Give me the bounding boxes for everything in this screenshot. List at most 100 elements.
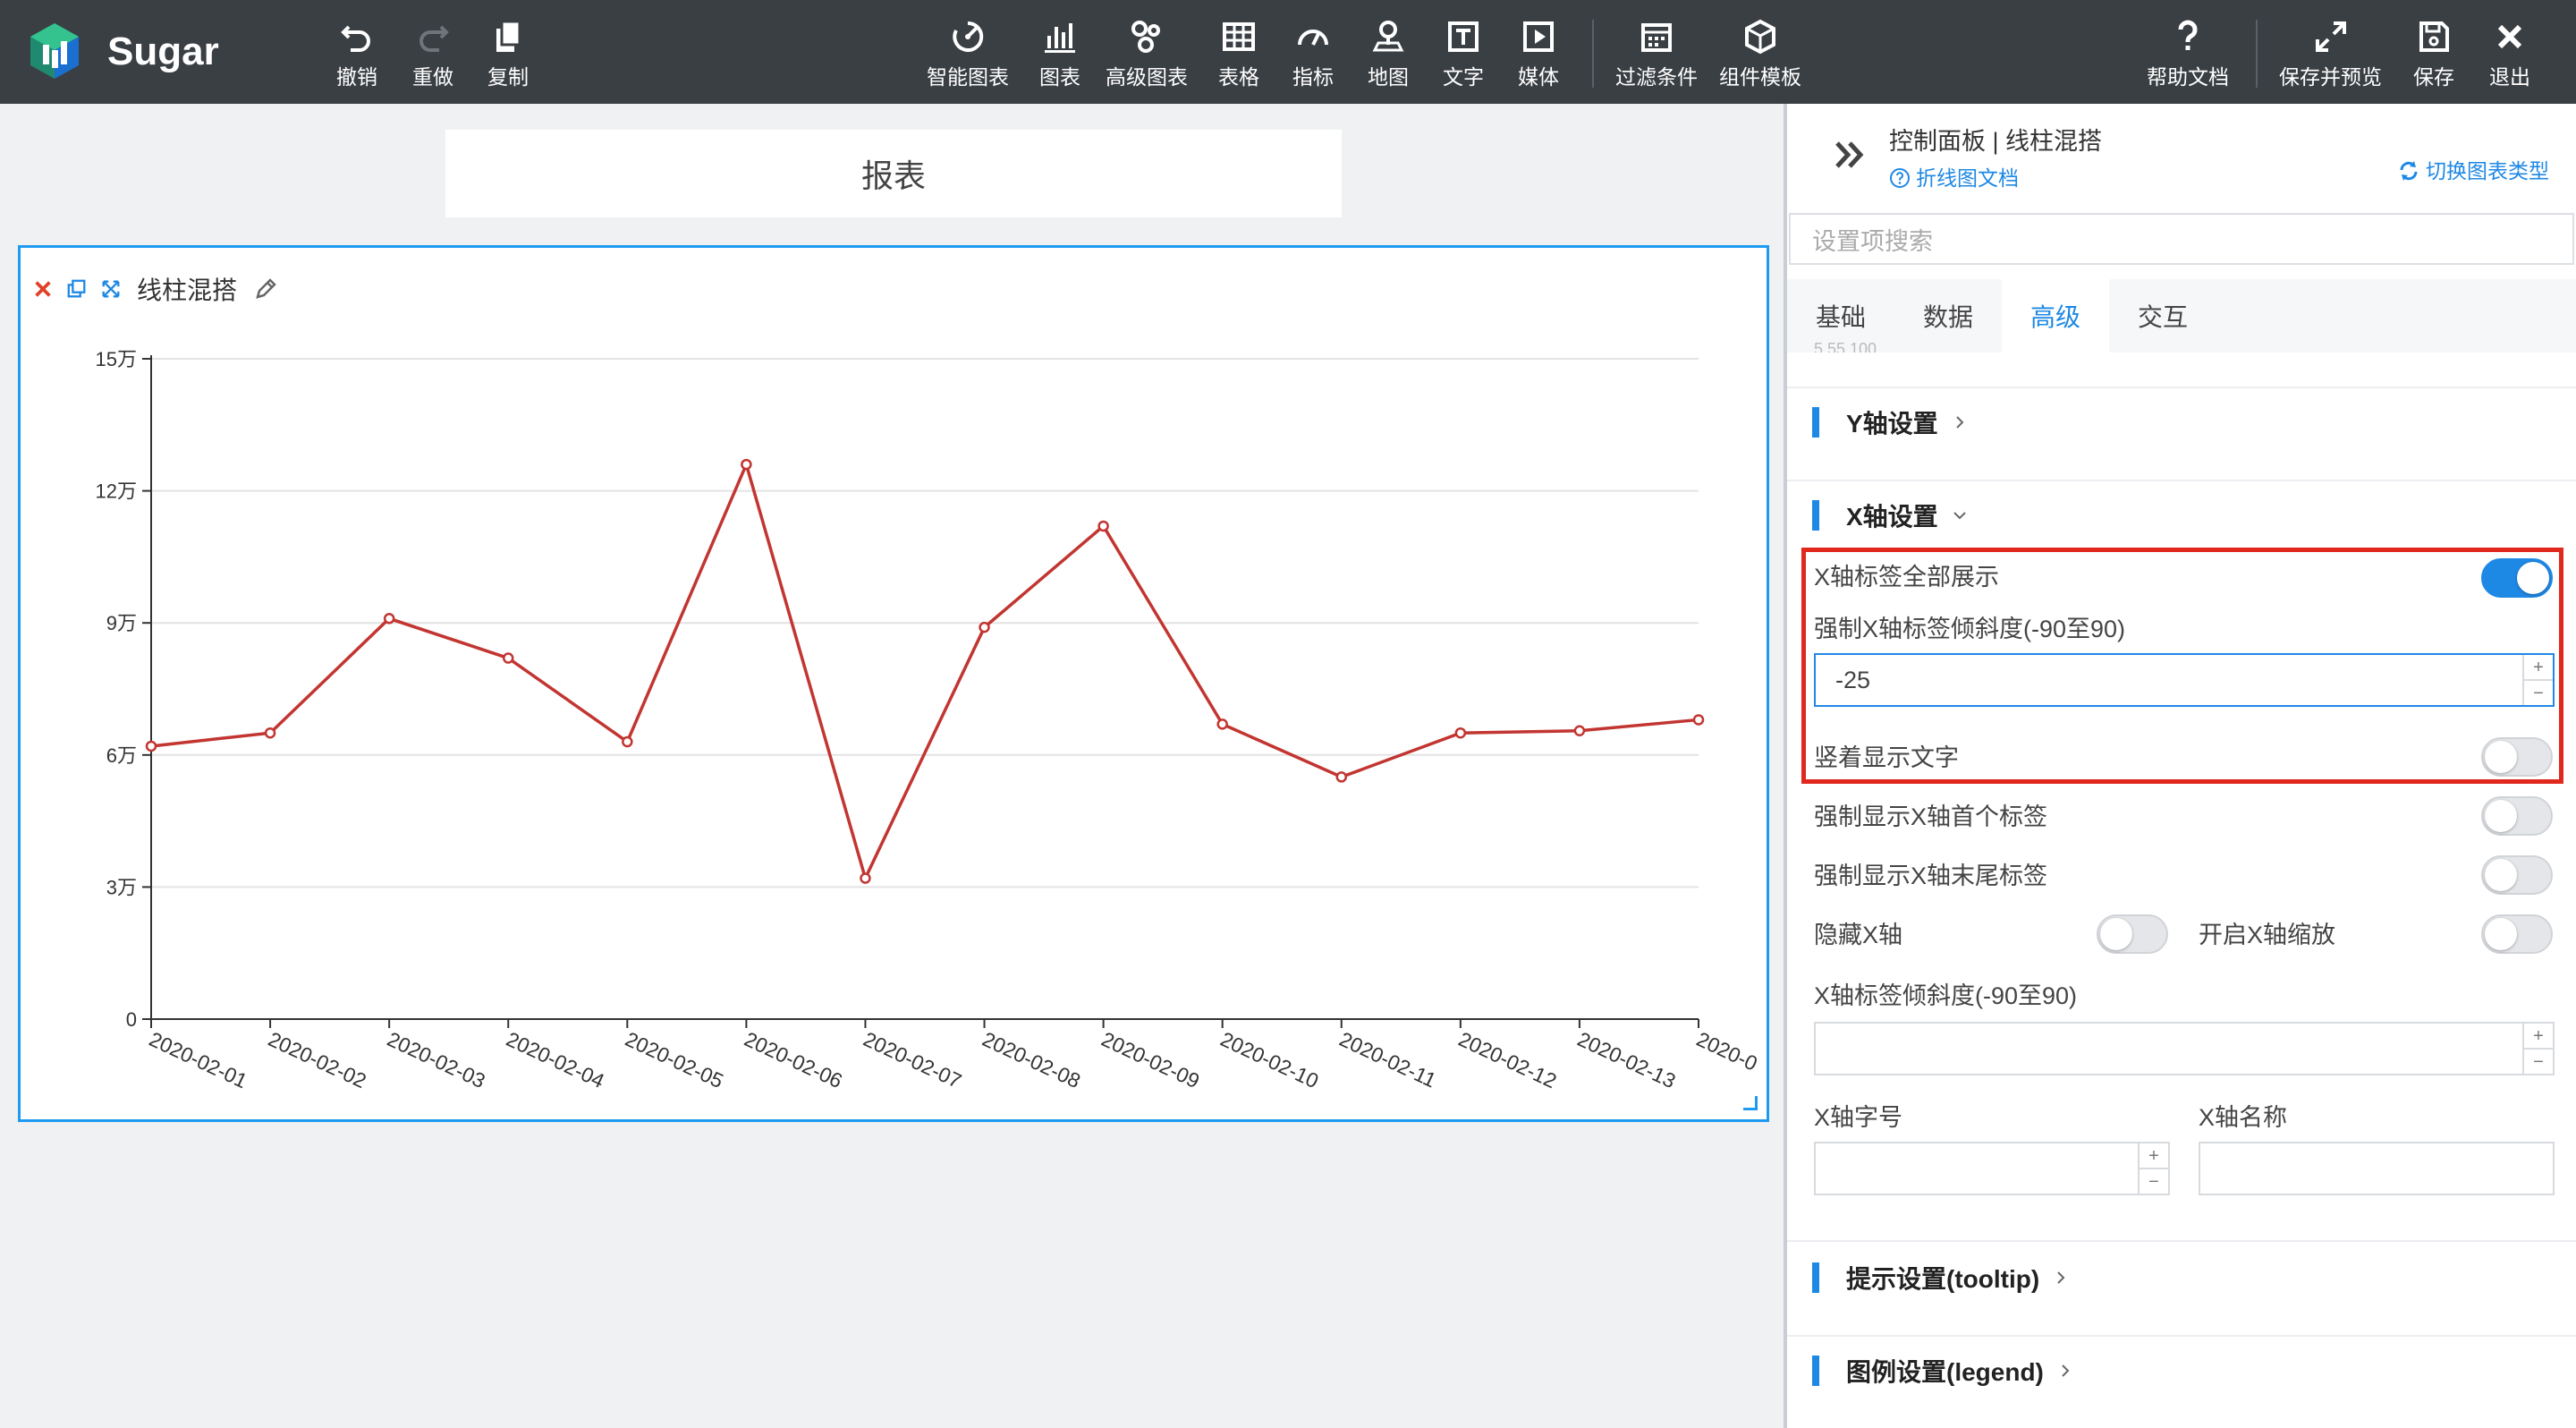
- force-first-label-toggle[interactable]: [2481, 796, 2553, 836]
- question-icon: [2178, 20, 2198, 50]
- close-icon: [2497, 24, 2522, 49]
- chart-doc-link[interactable]: 折线图文档: [1889, 165, 2019, 191]
- collapse-panel-icon[interactable]: [1832, 136, 1869, 174]
- increment-button[interactable]: +: [2524, 655, 2553, 681]
- refresh-icon: [2400, 161, 2418, 181]
- show-all-x-labels-toggle[interactable]: [2481, 558, 2553, 598]
- table-button[interactable]: 表格: [1218, 16, 1259, 93]
- force-last-label-label: 强制显示X轴末尾标签: [1814, 863, 2048, 889]
- x-tick-label: 2020-02-12: [1455, 1027, 1561, 1092]
- x-font-size-label: X轴字号: [1814, 1104, 1903, 1131]
- show-all-x-labels-label: X轴标签全部展示: [1814, 564, 2000, 591]
- panel-title: 控制面板 | 线柱混搭: [1889, 128, 2103, 155]
- vertical-text-toggle[interactable]: [2481, 737, 2553, 777]
- divider: [1787, 1335, 2576, 1337]
- x-tick-label: 2020-02-04: [503, 1027, 608, 1092]
- force-first-label-label: 强制显示X轴首个标签: [1814, 803, 2048, 830]
- section-legend[interactable]: 图例设置(legend): [1812, 1353, 2074, 1389]
- data-point: [1097, 520, 1109, 532]
- expand-icon: [2315, 21, 2346, 52]
- divider: [1787, 1240, 2576, 1242]
- x-label-rotate-input[interactable]: + −: [1814, 1022, 2555, 1075]
- increment-button[interactable]: +: [2140, 1143, 2168, 1169]
- force-last-label-toggle[interactable]: [2481, 855, 2553, 895]
- data-point: [622, 735, 633, 748]
- section-y-axis[interactable]: Y轴设置: [1812, 404, 1969, 440]
- x-tick-label: 2020-02-11: [1336, 1027, 1440, 1092]
- section-x-axis[interactable]: X轴设置: [1812, 497, 1969, 533]
- chevron-right-icon: [2057, 1271, 2065, 1284]
- y-tick-label: 6万: [106, 744, 137, 767]
- toolbar-divider: [2256, 20, 2258, 88]
- decrement-button[interactable]: −: [2524, 681, 2553, 705]
- x-font-size-input[interactable]: + −: [1814, 1142, 2170, 1195]
- x-axis-name-input[interactable]: [2199, 1142, 2555, 1195]
- enable-x-zoom-label: 开启X轴缩放: [2199, 922, 2336, 948]
- toolbar-divider: [1592, 20, 1594, 88]
- x-tick-label: 2020-02-02: [265, 1027, 370, 1092]
- bar-chart-icon: [1045, 23, 1075, 53]
- hide-x-axis-toggle[interactable]: [2097, 914, 2168, 954]
- component-template-button[interactable]: 组件模板: [1719, 16, 1801, 93]
- section-tooltip[interactable]: 提示设置(tooltip): [1812, 1260, 2070, 1296]
- decrement-button[interactable]: −: [2140, 1169, 2168, 1194]
- chart-card[interactable]: 线柱混搭 0 3万 6万 9万 12万 15万 2020-02-01 2020-02-02 20…: [18, 245, 1769, 1122]
- y-tick-label: 12万: [96, 480, 137, 503]
- top-toolbar: Sugar 撤销 重做 复制 智能图表 图表 高级图表 表格 指标 地图 文字: [0, 0, 2576, 104]
- divider: [1787, 480, 2576, 481]
- tab-advanced[interactable]: 高级: [2002, 279, 2109, 353]
- text-button[interactable]: 文字: [1443, 16, 1484, 93]
- undo-icon: [341, 25, 370, 52]
- line-chart: 03万6万9万12万15万2020-02-01 2020-02-02 2020-02…: [96, 348, 1761, 1092]
- settings-search-input[interactable]: 设置项搜索: [1789, 213, 2574, 265]
- smart-chart-button[interactable]: 智能图表: [927, 16, 1009, 93]
- report-title[interactable]: 报表: [445, 130, 1342, 217]
- save-and-preview-button[interactable]: 保存并预览: [2279, 16, 2382, 93]
- scrolled-off-content: 5 55 100: [1814, 340, 1877, 353]
- redo-button[interactable]: 重做: [412, 16, 453, 93]
- undo-button[interactable]: 撤销: [336, 16, 377, 93]
- media-button[interactable]: 媒体: [1518, 16, 1559, 93]
- panel-tabs: 基础 数据 高级 交互: [1787, 279, 2576, 353]
- data-point: [1335, 771, 1348, 783]
- smart-chart-icon: [953, 21, 984, 52]
- map-button[interactable]: 地图: [1368, 16, 1409, 93]
- chart-button[interactable]: 图表: [1039, 16, 1080, 93]
- data-point: [264, 727, 276, 739]
- force-x-label-rotate-label: 强制X轴标签倾斜度(-90至90): [1814, 616, 2126, 642]
- x-tick-label: 2020-02-06: [741, 1027, 846, 1092]
- advanced-chart-icon: [1131, 21, 1160, 53]
- x-tick-label: 2020-02-01: [146, 1027, 251, 1092]
- text-icon: [1448, 21, 1479, 52]
- x-tick-label: 2020-02-03: [384, 1027, 489, 1092]
- divider: [1787, 387, 2576, 388]
- data-point: [1692, 714, 1705, 726]
- y-tick-label: 0: [126, 1008, 137, 1031]
- save-button[interactable]: 保存: [2413, 16, 2454, 93]
- media-play-icon: [1523, 21, 1554, 52]
- enable-x-zoom-toggle[interactable]: [2481, 914, 2553, 954]
- redo-icon: [419, 25, 449, 52]
- decrement-button[interactable]: −: [2524, 1050, 2553, 1074]
- x-tick-label: 2020-02-13: [1574, 1027, 1680, 1092]
- control-panel: 控制面板 | 线柱混搭 折线图文档 切换图表类型 设置项搜索 基础 数据 高级 …: [1787, 104, 2576, 1428]
- tab-interaction[interactable]: 交互: [2109, 279, 2216, 353]
- advanced-chart-button[interactable]: 高级图表: [1106, 16, 1188, 93]
- switch-chart-type-link[interactable]: 切换图表类型: [2397, 157, 2549, 184]
- help-circle-icon: [1890, 168, 1910, 188]
- data-point: [383, 613, 395, 625]
- resize-handle[interactable]: [1743, 1096, 1758, 1110]
- x-tick-label: 2020-02-09: [1098, 1027, 1204, 1092]
- force-x-label-rotate-input[interactable]: -25 + −: [1814, 653, 2555, 707]
- exit-button[interactable]: 退出: [2489, 16, 2530, 93]
- copy-icon: [496, 20, 521, 52]
- copy-button[interactable]: 复制: [487, 16, 529, 93]
- x-tick-label: 2020-02-05: [622, 1027, 727, 1092]
- help-docs-button[interactable]: 帮助文档: [2147, 16, 2229, 93]
- data-point: [502, 652, 514, 664]
- vertical-text-label: 竖着显示文字: [1814, 744, 1959, 771]
- tab-data[interactable]: 数据: [1894, 279, 2002, 353]
- increment-button[interactable]: +: [2524, 1024, 2553, 1050]
- filter-button[interactable]: 过滤条件: [1615, 16, 1698, 93]
- metric-button[interactable]: 指标: [1292, 16, 1334, 93]
